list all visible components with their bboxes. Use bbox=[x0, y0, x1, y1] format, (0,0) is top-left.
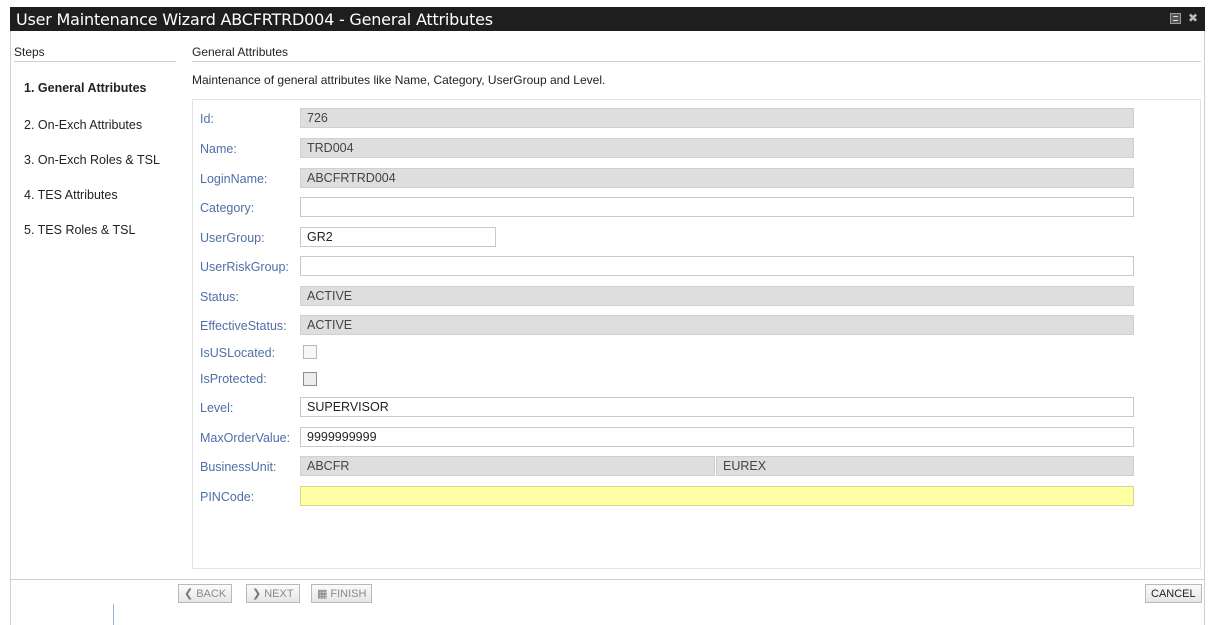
max-order-value-label: MaxOrderValue: bbox=[200, 431, 291, 445]
level-label: Level: bbox=[200, 401, 234, 415]
max-order-value-input[interactable]: 9999999999 bbox=[300, 427, 1134, 447]
id-field: 726 bbox=[300, 108, 1134, 128]
finish-button[interactable]: ▦ FINISH bbox=[311, 584, 373, 603]
category-input[interactable] bbox=[300, 197, 1134, 217]
step-on-exch-roles-tsl[interactable]: 3. On-Exch Roles & TSL bbox=[24, 153, 160, 167]
effective-status-field: ACTIVE bbox=[300, 315, 1134, 335]
checkered-flag-icon: ▦ bbox=[317, 588, 328, 600]
user-group-label: UserGroup: bbox=[200, 231, 265, 245]
step-tes-roles-tsl[interactable]: 5. TES Roles & TSL bbox=[24, 223, 135, 237]
name-label: Name: bbox=[200, 142, 237, 156]
level-input[interactable]: SUPERVISOR bbox=[300, 397, 1134, 417]
pin-code-label: PINCode: bbox=[200, 490, 255, 504]
is-protected-checkbox[interactable] bbox=[303, 372, 317, 386]
step-tes-attributes[interactable]: 4. TES Attributes bbox=[24, 188, 118, 202]
step-general-attributes[interactable]: 1. General Attributes bbox=[24, 81, 147, 95]
window-title: User Maintenance Wizard ABCFRTRD004 - Ge… bbox=[16, 10, 493, 29]
title-bar: User Maintenance Wizard ABCFRTRD004 - Ge… bbox=[10, 7, 1205, 31]
window-controls: ✖ bbox=[1170, 12, 1199, 24]
is-protected-label: IsProtected: bbox=[200, 372, 267, 386]
section-description: Maintenance of general attributes like N… bbox=[192, 73, 606, 87]
steps-divider bbox=[14, 61, 176, 62]
chevron-right-icon: ❯ bbox=[252, 588, 262, 600]
footer-divider bbox=[10, 579, 1205, 580]
section-divider bbox=[192, 61, 1201, 62]
chevron-left-icon: ❮ bbox=[184, 588, 194, 600]
step-on-exch-attributes[interactable]: 2. On-Exch Attributes bbox=[24, 118, 142, 132]
is-us-located-label: IsUSLocated: bbox=[200, 346, 276, 360]
resize-caret bbox=[113, 604, 114, 625]
finish-label: FINISH bbox=[330, 587, 367, 600]
category-label: Category: bbox=[200, 201, 255, 215]
steps-header: Steps bbox=[14, 45, 45, 59]
status-field: ACTIVE bbox=[300, 286, 1134, 306]
section-title: General Attributes bbox=[192, 45, 289, 59]
next-button[interactable]: ❯ NEXT bbox=[246, 584, 300, 603]
next-label: NEXT bbox=[264, 587, 294, 600]
status-label: Status: bbox=[200, 290, 239, 304]
name-field: TRD004 bbox=[300, 138, 1134, 158]
cancel-button[interactable]: CANCEL bbox=[1145, 584, 1202, 603]
back-button[interactable]: ❮ BACK bbox=[178, 584, 233, 603]
effective-status-label: EffectiveStatus: bbox=[200, 319, 287, 333]
login-name-field: ABCFRTRD004 bbox=[300, 168, 1134, 188]
back-label: BACK bbox=[196, 587, 227, 600]
business-unit-label: BusinessUnit: bbox=[200, 460, 277, 474]
user-risk-group-input[interactable] bbox=[300, 256, 1134, 276]
pin-code-input[interactable] bbox=[300, 486, 1134, 506]
user-risk-group-label: UserRiskGroup: bbox=[200, 260, 289, 274]
business-unit-field: ABCFR bbox=[300, 456, 715, 476]
login-name-label: LoginName: bbox=[200, 172, 268, 186]
restore-window-icon[interactable] bbox=[1170, 12, 1181, 24]
is-us-located-checkbox[interactable] bbox=[303, 345, 317, 359]
business-unit-exchange-field: EUREX bbox=[716, 456, 1134, 476]
close-icon[interactable]: ✖ bbox=[1187, 12, 1199, 24]
id-label: Id: bbox=[200, 112, 214, 126]
user-group-input[interactable]: GR2 bbox=[300, 227, 496, 247]
